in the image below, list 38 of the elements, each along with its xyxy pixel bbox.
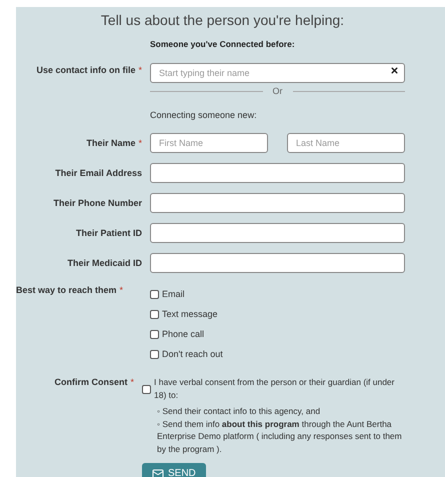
checkbox[interactable] <box>150 310 159 318</box>
checkbox[interactable] <box>142 385 151 394</box>
required-mark: * <box>120 284 124 296</box>
consent-text: I have verbal consent from the person or their guardian (if under 18) to: <box>154 376 396 401</box>
bullet-text: ◦ Send their contact info to this agency, and <box>157 405 322 418</box>
search-field[interactable]: Start typing their name <box>150 63 405 83</box>
field-label: Their Patient ID <box>76 227 142 239</box>
option-label: Don't reach out <box>162 348 223 360</box>
mail-icon <box>152 468 164 477</box>
text-field[interactable] <box>150 163 405 183</box>
required-mark: * <box>138 64 142 76</box>
field-label: Their Email Address <box>55 167 142 179</box>
section-heading: Connecting someone new: <box>150 110 257 120</box>
bullet-text: ◦ Send them info about this program through the Aunt Bertha Enterprise Demo platform ( including any responses sent to them by the program ). <box>157 418 403 455</box>
send-button[interactable]: SEND <box>142 463 206 477</box>
field-label: Their Medicaid ID <box>67 257 142 269</box>
text-field[interactable]: First Name <box>150 133 268 153</box>
field-label: Best way to reach them <box>16 284 117 296</box>
checkbox[interactable] <box>150 350 159 358</box>
text-field[interactable] <box>150 223 405 243</box>
field-label: Use contact info on file <box>36 64 136 76</box>
field-label: Their Phone Number <box>53 197 142 209</box>
close-icon[interactable] <box>390 66 399 74</box>
form-title: Tell us about the person you're helping: <box>100 11 344 29</box>
required-mark: * <box>138 137 142 149</box>
checkbox[interactable] <box>150 290 159 298</box>
checkbox[interactable] <box>150 330 159 338</box>
section-heading: Someone you've Connected before: <box>150 39 295 49</box>
required-mark: * <box>130 376 134 388</box>
option-label: Phone call <box>162 328 204 340</box>
field-label: Confirm Consent <box>54 376 128 388</box>
text-field[interactable]: Last Name <box>287 133 405 153</box>
divider-text: Or <box>272 85 284 97</box>
field-label: Their Name <box>86 137 136 149</box>
option-label: Email <box>162 288 185 300</box>
text-field[interactable] <box>150 253 405 273</box>
option-label: Text message <box>162 308 218 320</box>
text-field[interactable] <box>150 193 405 213</box>
